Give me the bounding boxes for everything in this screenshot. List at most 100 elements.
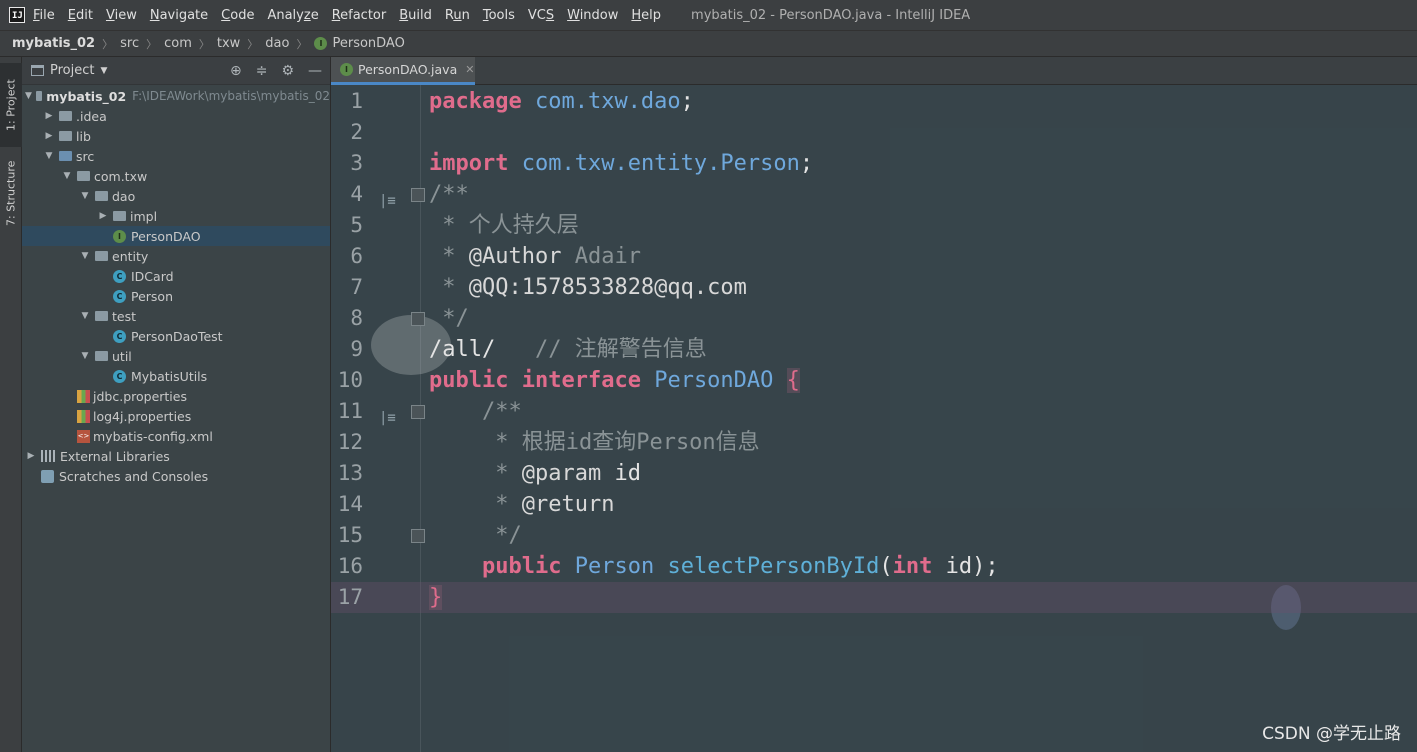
chevron-right-icon[interactable]: ▶ xyxy=(25,451,37,461)
code-line[interactable]: 17} xyxy=(331,582,1417,613)
chevron-down-icon[interactable]: ▼ xyxy=(61,171,73,181)
tree-item[interactable]: ▼ util xyxy=(22,346,330,366)
code-line[interactable]: 12 * 根据id查询Person信息 xyxy=(331,427,1417,458)
fold-marker-icon[interactable] xyxy=(411,405,425,419)
chevron-down-icon[interactable]: ▼ xyxy=(25,91,32,101)
code-text: /** xyxy=(429,179,469,210)
fold-marker-icon[interactable] xyxy=(411,312,425,326)
breadcrumb-item[interactable]: txw xyxy=(217,36,240,51)
code-line[interactable]: 7 * @QQ:1578533828@qq.com xyxy=(331,272,1417,303)
code-line[interactable]: 14 * @return xyxy=(331,489,1417,520)
menu-item[interactable]: Build xyxy=(399,8,432,23)
breadcrumb-item[interactable]: dao xyxy=(265,36,289,51)
code-line[interactable]: 4 |≡ /** xyxy=(331,179,1417,210)
close-icon[interactable]: ✕ xyxy=(465,63,474,76)
code-line[interactable]: 3 import com.txw.entity.Person; xyxy=(331,148,1417,179)
menu-item[interactable]: Run xyxy=(445,8,470,23)
javadoc-render-icon[interactable]: |≡ xyxy=(379,186,399,209)
menu-item[interactable]: Tools xyxy=(483,8,515,23)
tree-item-label: log4j.properties xyxy=(93,408,192,424)
breadcrumb-separator: 〉 xyxy=(146,37,158,51)
tree-item[interactable]: ▼ test xyxy=(22,306,330,326)
code-line[interactable]: 5 * 个人持久层 xyxy=(331,210,1417,241)
breadcrumb-item[interactable]: com xyxy=(164,36,192,51)
tree-item[interactable]: ▼ entity xyxy=(22,246,330,266)
menu-item[interactable]: Window xyxy=(567,8,618,23)
chevron-down-icon[interactable]: ▼ xyxy=(100,66,107,76)
menu-item[interactable]: VCS xyxy=(528,8,554,23)
tree-item[interactable]: C Person xyxy=(22,286,330,306)
menu-item[interactable]: File xyxy=(33,8,55,23)
fold-marker-icon[interactable] xyxy=(411,188,425,202)
tree-item[interactable]: C MybatisUtils xyxy=(22,366,330,386)
tree-item[interactable]: <> mybatis-config.xml xyxy=(22,426,330,446)
code-line[interactable]: 15 */ xyxy=(331,520,1417,551)
tree-item[interactable]: ▶ impl xyxy=(22,206,330,226)
breadcrumb-item[interactable]: I PersonDAO xyxy=(314,36,405,51)
tool-tab-structure[interactable]: 7: Structure xyxy=(0,151,22,235)
tree-item[interactable]: jdbc.properties xyxy=(22,386,330,406)
tree-item[interactable]: C PersonDaoTest xyxy=(22,326,330,346)
code-line[interactable]: 2 xyxy=(331,117,1417,148)
chevron-down-icon[interactable]: ▼ xyxy=(79,251,91,261)
collapse-all-icon[interactable]: ≑ xyxy=(256,63,268,79)
line-number: 17 xyxy=(337,585,363,609)
tree-item[interactable]: ▼ com.txw xyxy=(22,166,330,186)
chevron-right-icon[interactable]: ▶ xyxy=(43,131,55,141)
code-line[interactable]: 10 public interface PersonDAO { xyxy=(331,365,1417,396)
code-text: * 根据id查询Person信息 xyxy=(429,427,759,458)
fold-marker-icon[interactable] xyxy=(411,529,425,543)
menu-item[interactable]: Analyze xyxy=(267,8,318,23)
tree-item[interactable]: log4j.properties xyxy=(22,406,330,426)
breadcrumb-item[interactable]: src xyxy=(120,36,139,51)
project-panel: Project ▼ ⊕ ≑ ⚙ — ▼ mybatis_02 F:\IDEAWork… xyxy=(22,57,331,752)
menu-item[interactable]: Refactor xyxy=(332,8,387,23)
chevron-down-icon[interactable]: ▼ xyxy=(43,151,55,161)
menu-item[interactable]: Code xyxy=(221,8,254,23)
code-editor[interactable]: CSDN @学无止路 1 package com.txw.dao; 2 3 import… xyxy=(331,85,1417,752)
tree-item[interactable]: C IDCard xyxy=(22,266,330,286)
javadoc-render-icon[interactable]: |≡ xyxy=(379,403,399,426)
hide-icon[interactable]: — xyxy=(308,63,322,79)
code-line[interactable]: 11 |≡ /** xyxy=(331,396,1417,427)
code-line[interactable]: 1 package com.txw.dao; xyxy=(331,86,1417,117)
chevron-down-icon[interactable]: ▼ xyxy=(79,311,91,321)
tree-item[interactable]: ▶ .idea xyxy=(22,106,330,126)
menu-bar: IJ File Edit View Navigate Code Analyze Refact… xyxy=(0,0,1417,30)
tool-tab-project[interactable]: 1: Project xyxy=(0,63,22,147)
chevron-down-icon[interactable]: ▼ xyxy=(79,351,91,361)
menu-item[interactable]: Edit xyxy=(68,8,93,23)
tree-item[interactable]: ▶ lib xyxy=(22,126,330,146)
code-line[interactable]: 13 * @param id xyxy=(331,458,1417,489)
breadcrumb-separator: 〉 xyxy=(198,37,210,51)
chevron-right-icon[interactable]: ▶ xyxy=(43,111,55,121)
locate-icon[interactable]: ⊕ xyxy=(230,63,242,79)
menu-item[interactable]: View xyxy=(106,8,137,23)
tab-persondao-java[interactable]: I PersonDAO.java ✕ xyxy=(331,57,475,85)
tree-item[interactable]: ▼ mybatis_02 F:\IDEAWork\mybatis\mybatis_0… xyxy=(22,86,330,106)
code-line[interactable]: 9/all/ // 注解警告信息 xyxy=(331,334,1417,365)
code-token: } xyxy=(429,585,443,610)
code-text: public interface PersonDAO { xyxy=(429,365,800,396)
code-text: } xyxy=(429,582,443,613)
tree-item[interactable]: ▼ src xyxy=(22,146,330,166)
menu-item[interactable]: Navigate xyxy=(150,8,208,23)
gear-icon[interactable]: ⚙ xyxy=(281,63,294,79)
chevron-down-icon[interactable]: ▼ xyxy=(79,191,91,201)
code-line[interactable]: 16 public Person selectPersonById(int id… xyxy=(331,551,1417,582)
breadcrumb-item[interactable]: mybatis_02 xyxy=(12,36,95,51)
project-view-selector[interactable]: Project xyxy=(50,63,94,78)
tree-item[interactable]: ▶ External Libraries xyxy=(22,446,330,466)
tree-item[interactable]: Scratches and Consoles xyxy=(22,466,330,486)
tree-item[interactable]: I PersonDAO xyxy=(22,226,330,246)
chevron-right-icon[interactable]: ▶ xyxy=(97,211,109,221)
menu-item[interactable]: Help xyxy=(631,8,661,23)
line-number: 14 xyxy=(337,492,363,516)
code-line[interactable]: 6 * @Author Adair xyxy=(331,241,1417,272)
tree-item[interactable]: ▼ dao xyxy=(22,186,330,206)
line-number: 5 xyxy=(350,213,363,237)
code-line[interactable]: 8 */ xyxy=(331,303,1417,334)
